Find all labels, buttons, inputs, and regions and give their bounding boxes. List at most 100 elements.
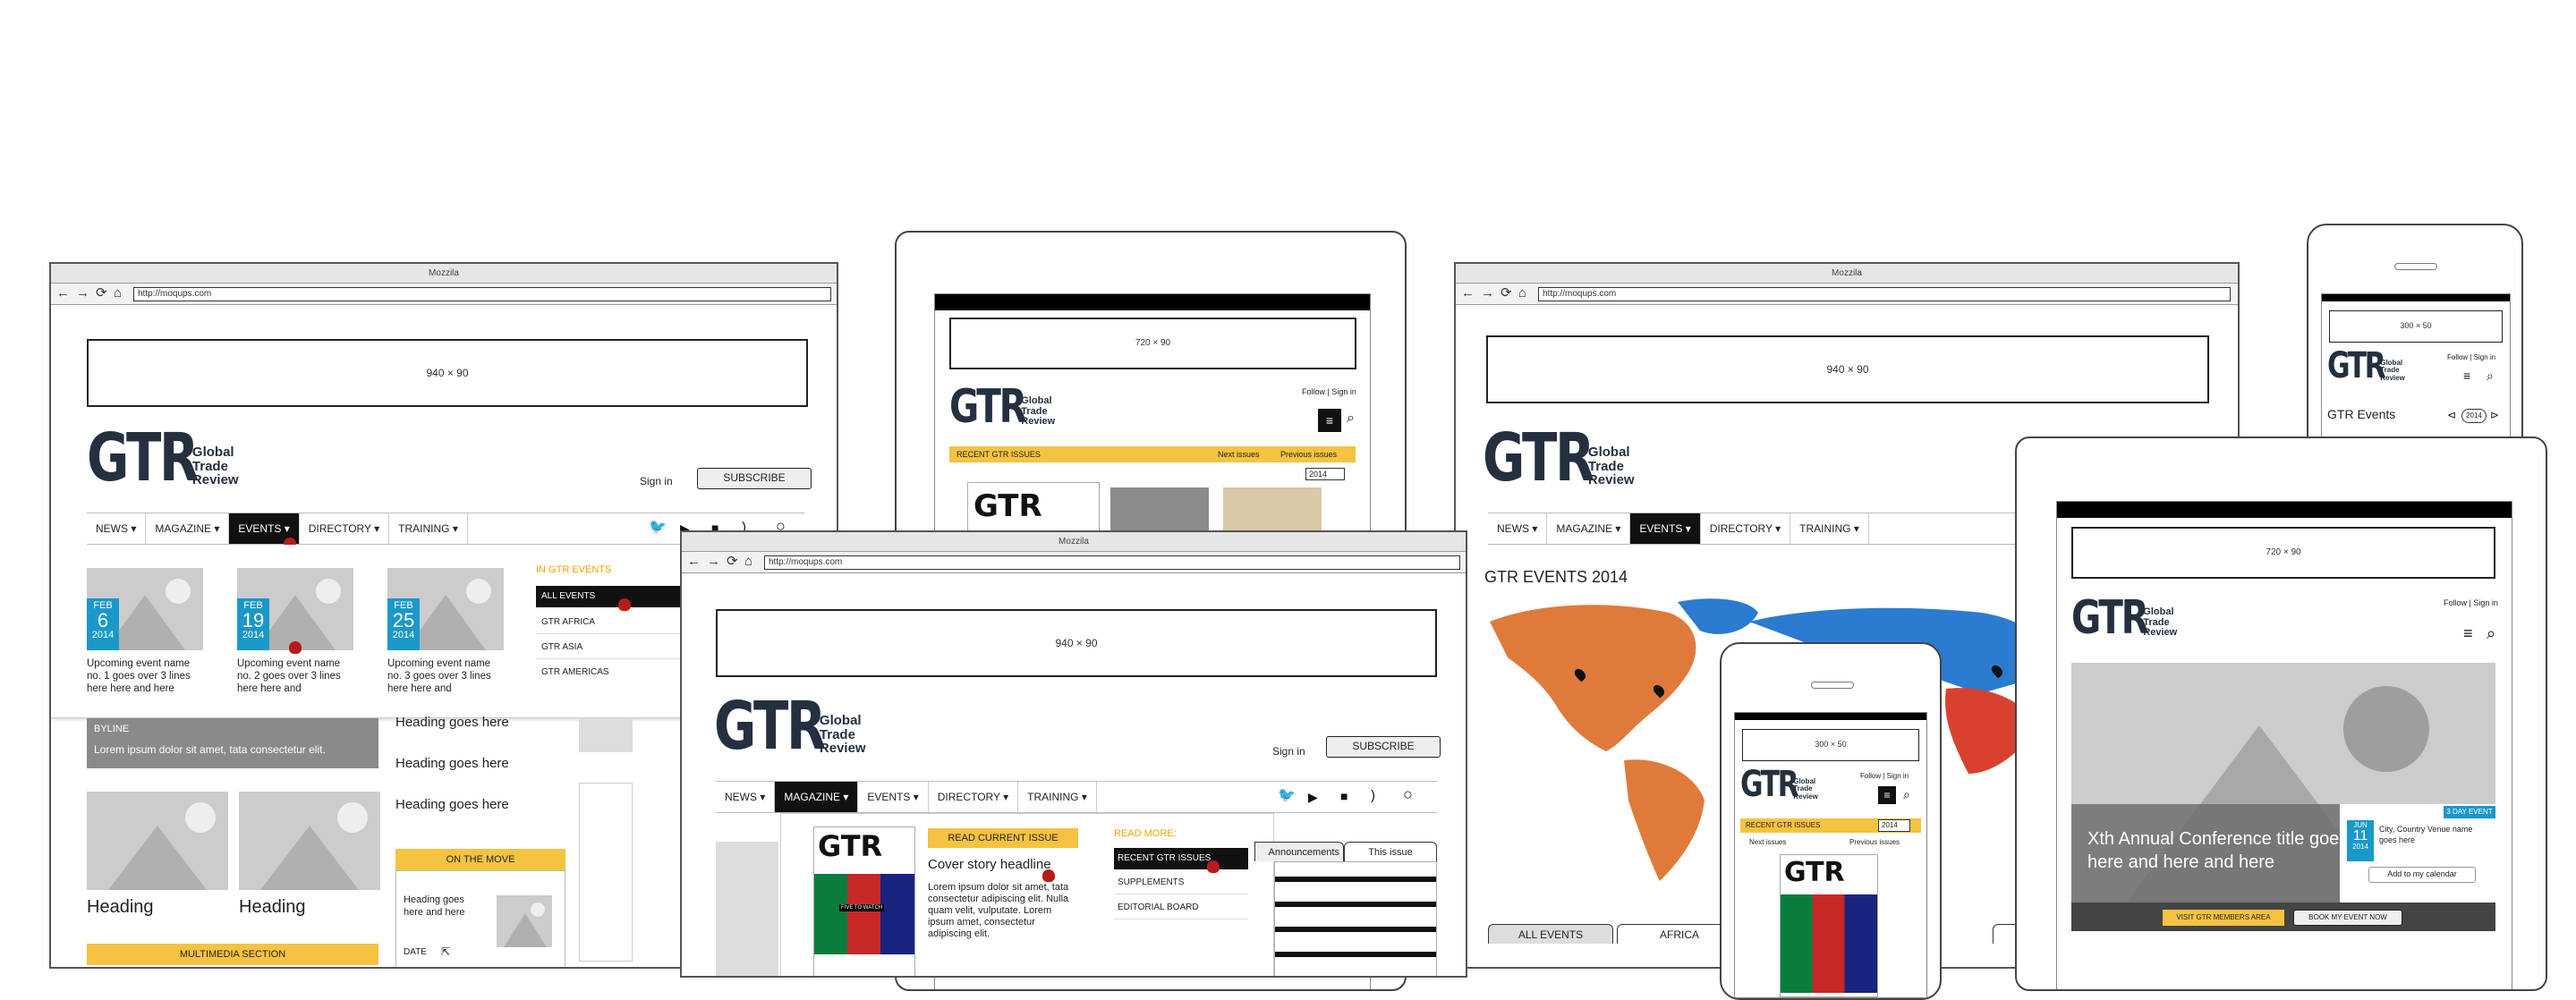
search-icon[interactable]: ⌕ [2487, 625, 2495, 641]
read-current-issue-button[interactable]: READ CURRENT ISSUE [928, 828, 1078, 848]
year-select[interactable]: 2014 [1878, 819, 1910, 832]
gtr-logo[interactable]: GTR Global Trade Review [1483, 425, 1635, 491]
forward-icon[interactable]: → [707, 554, 720, 570]
nav-directory[interactable]: DIRECTORY ▾ [1701, 513, 1791, 544]
next-year-icon[interactable]: ⊳ [2490, 409, 2499, 421]
previous-issues-link[interactable]: Previous issues [1849, 838, 1900, 846]
nav-training[interactable]: TRAINING ▾ [389, 513, 468, 544]
rss-icon[interactable]: ) [1371, 789, 1375, 802]
browser-toolbar: ← → ⟳ ⌂ http://moqups.com [1456, 284, 2238, 305]
visit-members-area-button[interactable]: VISIT GTR MEMBERS AREA [2163, 910, 2284, 926]
event-link[interactable]: Upcoming event name no. 3 goes over 3 li… [387, 657, 504, 695]
next-issues-link[interactable]: Next issues [1749, 838, 1786, 846]
nav-events[interactable]: EVENTS ▾ [858, 782, 929, 812]
nav-news[interactable]: NEWS ▾ [1488, 513, 1548, 544]
headline-link[interactable]: Heading goes here [395, 797, 509, 812]
follow-sign-in[interactable]: Follow | Sign in [1860, 772, 1909, 780]
nav-news[interactable]: NEWS ▾ [87, 513, 147, 544]
previous-issues-link[interactable]: Previous issues [1280, 446, 1337, 462]
book-event-button[interactable]: BOOK MY EVENT NOW [2293, 910, 2402, 926]
back-icon[interactable]: ← [1461, 285, 1475, 301]
event-location: City, Country Venue name goes here [2379, 825, 2473, 844]
tab-announcements[interactable]: Announcements [1254, 842, 1344, 861]
twitter-icon[interactable]: 🐦 [1278, 789, 1296, 803]
nav-news[interactable]: NEWS ▾ [716, 782, 776, 812]
multimedia-section-header: MULTIMEDIA SECTION [87, 944, 378, 965]
home-icon[interactable]: ⌂ [744, 554, 752, 570]
nav-directory[interactable]: DIRECTORY ▾ [300, 513, 390, 544]
home-icon[interactable]: ⌂ [114, 285, 122, 301]
cover-story-headline[interactable]: Cover story headline [928, 857, 1051, 872]
issue-cover[interactable]: GTR [1780, 854, 1878, 997]
home-icon[interactable]: ⌂ [1518, 285, 1526, 301]
gtr-logo[interactable]: GTR Global Trade Review [714, 693, 866, 759]
year-select[interactable]: 2014 [2461, 409, 2487, 423]
address-bar[interactable]: http://moqups.com [133, 287, 831, 301]
gtr-logo[interactable]: GTR Global Trade Review [1740, 767, 1818, 802]
follow-sign-in[interactable]: Follow | Sign in [2444, 598, 2498, 607]
sign-in-link[interactable]: Sign in [1272, 745, 1305, 758]
nav-magazine[interactable]: MAGAZINE ▾ [775, 782, 859, 812]
share-icon[interactable]: ⇱ [441, 945, 450, 958]
add-to-calendar-button[interactable]: Add to my calendar [2368, 867, 2476, 883]
search-icon[interactable]: ⌕ [1903, 788, 1910, 801]
article-image [87, 792, 228, 890]
gtr-logo[interactable]: GTR Global Trade Review [2071, 595, 2177, 641]
editorial-board-link[interactable]: EDITORIAL BOARD [1114, 898, 1248, 919]
subscribe-button[interactable]: SUBSCRIBE [697, 468, 812, 489]
reload-icon[interactable]: ⟳ [727, 554, 738, 570]
address-bar[interactable]: http://moqups.com [1538, 287, 2231, 301]
nav-events[interactable]: EVENTS ▾ [1630, 513, 1701, 544]
card-heading[interactable]: Heading [87, 897, 154, 918]
nav-magazine[interactable]: MAGAZINE ▾ [146, 513, 230, 544]
headline-link[interactable]: Heading goes here [395, 756, 509, 771]
year-select[interactable]: 2014 [1305, 468, 1345, 480]
back-icon[interactable]: ← [56, 285, 70, 301]
tab-all-events[interactable]: ALL EVENTS [1488, 924, 1613, 944]
supplements-link[interactable]: SUPPLEMENTS [1114, 873, 1248, 894]
search-icon[interactable]: ○ [1403, 786, 1413, 802]
reload-icon[interactable]: ⟳ [96, 285, 107, 301]
linkedin-icon[interactable]: ■ [1340, 790, 1348, 802]
next-issues-link[interactable]: Next issues [1218, 446, 1260, 462]
gtr-logo[interactable]: GTR Global Trade Review [2327, 348, 2405, 384]
cover-logo: GTR [973, 488, 1042, 524]
search-icon[interactable]: ⌕ [2487, 369, 2494, 382]
prev-year-icon[interactable]: ⊲ [2447, 409, 2456, 421]
address-bar[interactable]: http://moqups.com [764, 555, 1460, 570]
cover-image[interactable]: GTR FIVE TO WATCH [813, 826, 915, 976]
phone-topbar [2322, 294, 2510, 301]
recent-issues-link[interactable]: RECENT GTR ISSUES [1114, 848, 1248, 869]
back-icon[interactable]: ← [687, 554, 701, 570]
menu-icon[interactable]: ≡ [1318, 409, 1341, 432]
search-icon[interactable]: ⌕ [1347, 411, 1355, 426]
forward-icon[interactable]: → [76, 285, 89, 301]
subscribe-button[interactable]: SUBSCRIBE [1326, 736, 1441, 758]
menu-icon[interactable]: ≡ [2463, 369, 2470, 382]
youtube-icon[interactable]: ▶ [1308, 791, 1318, 803]
ad-banner: 940 × 90 [1486, 335, 2209, 403]
tab-this-issue[interactable]: This issue [1344, 842, 1437, 861]
reload-icon[interactable]: ⟳ [1501, 285, 1512, 301]
follow-sign-in[interactable]: Follow | Sign in [2447, 353, 2495, 361]
menu-icon[interactable]: ≡ [2463, 625, 2473, 641]
logo-mark: GTR [87, 419, 200, 496]
follow-sign-in[interactable]: Follow | Sign in [1302, 387, 1356, 396]
nav-magazine[interactable]: MAGAZINE ▾ [1547, 513, 1631, 544]
nav-training[interactable]: TRAINING ▾ [1018, 782, 1097, 812]
menu-icon[interactable]: ≡ [1878, 786, 1896, 804]
headline-link[interactable]: Heading goes here [395, 715, 509, 730]
conference-title[interactable]: Xth Annual Conference title goes here an… [2087, 827, 2356, 874]
twitter-icon[interactable]: 🐦 [649, 521, 667, 535]
nav-directory[interactable]: DIRECTORY ▾ [929, 782, 1019, 812]
forward-icon[interactable]: → [1481, 285, 1494, 301]
logo-line: Global [1587, 444, 1630, 460]
event-link[interactable]: Upcoming event name no. 1 goes over 3 li… [87, 657, 203, 695]
move-text[interactable]: Heading goes here and here [404, 894, 484, 919]
event-link[interactable]: Upcoming event name no. 2 goes over 3 li… [237, 657, 353, 695]
gtr-logo[interactable]: GTR Global Trade Review [949, 384, 1055, 430]
sign-in-link[interactable]: Sign in [640, 475, 673, 487]
gtr-logo[interactable]: GTR Global Trade Review [87, 425, 239, 491]
nav-training[interactable]: TRAINING ▾ [1790, 513, 1869, 544]
card-heading[interactable]: Heading [239, 897, 306, 918]
